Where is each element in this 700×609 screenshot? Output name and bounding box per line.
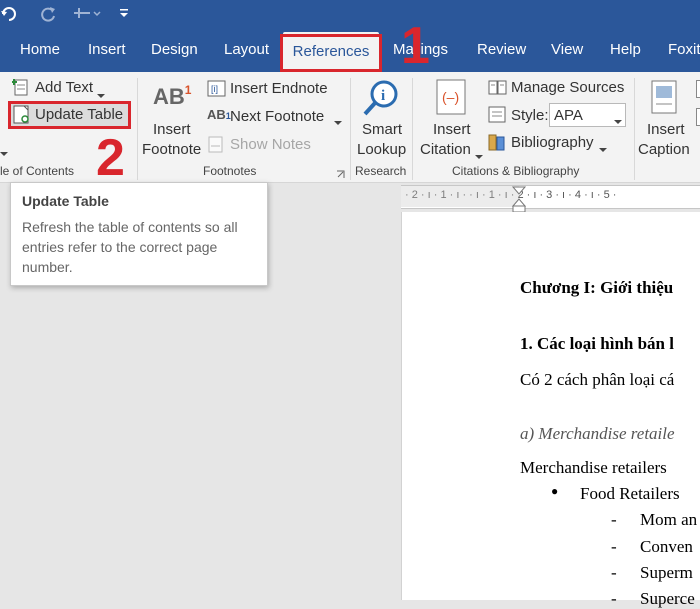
references-highlight-box — [280, 34, 382, 72]
footnotes-group-label: Footnotes — [203, 164, 257, 178]
ruler-margin-area — [401, 185, 519, 207]
smart-lookup-icon: i — [362, 78, 402, 123]
svg-text:(–): (–) — [442, 89, 459, 105]
subsection-heading: a) Merchandise retaile — [520, 424, 675, 443]
tab-home[interactable]: Home — [20, 41, 60, 58]
smart-lookup-label-1[interactable]: Smart — [362, 121, 402, 138]
chapter-heading: Chương I: Giới thiệu — [520, 278, 674, 297]
tab-insert[interactable]: Insert — [88, 41, 126, 58]
dash-symbol: - — [611, 589, 617, 608]
tab-layout[interactable]: Layout — [224, 41, 269, 58]
redo-icon[interactable] — [38, 4, 58, 28]
step-number-1: 1 — [401, 17, 430, 75]
tooltip-line-3: number. — [22, 259, 73, 275]
tooltip-line-1: Refresh the table of contents so all — [22, 219, 238, 235]
tab-design[interactable]: Design — [151, 41, 198, 58]
next-footnote-dropdown-icon[interactable] — [334, 114, 342, 132]
insert-table-of-figures-icon[interactable] — [696, 108, 700, 126]
section-heading: 1. Các loại hình bán l — [520, 334, 674, 353]
group-separator — [634, 78, 635, 180]
tab-help[interactable]: Help — [610, 41, 641, 58]
style-select[interactable]: APA — [549, 103, 626, 127]
svg-text:i: i — [381, 88, 385, 104]
show-notes-button: Show Notes — [230, 136, 311, 153]
footnote-ab-glyph: AB — [153, 84, 185, 109]
tooltip-title: Update Table — [22, 193, 109, 209]
footnotes-dialog-launcher-icon[interactable] — [336, 166, 345, 184]
next-footnote-icon: AB1 — [207, 107, 231, 122]
toc-group-label: le of Contents — [0, 164, 75, 178]
insert-footnote-label-1[interactable]: Insert — [153, 121, 191, 138]
show-notes-icon — [208, 136, 224, 159]
bibliography-icon — [488, 134, 508, 157]
tab-view[interactable]: View — [551, 41, 583, 58]
add-text-icon — [11, 78, 30, 101]
group-separator — [412, 78, 413, 180]
group-separator — [137, 78, 138, 180]
style-label: Style: — [511, 107, 549, 124]
bibliography-dropdown-icon[interactable] — [599, 141, 607, 159]
next-footnote-button[interactable]: Next Footnote — [230, 108, 324, 125]
next-footnote-ab-glyph: AB — [207, 107, 226, 122]
undo-icon[interactable] — [0, 4, 16, 28]
tab-review[interactable]: Review — [477, 41, 526, 58]
insert-citation-label-1[interactable]: Insert — [433, 121, 471, 138]
insert-citation-icon: (–) — [433, 78, 469, 123]
dash-symbol: - — [611, 510, 617, 529]
toc-dropdown-icon[interactable] — [0, 145, 8, 163]
update-table-tooltip: Update Table Refresh the table of conten… — [10, 182, 268, 286]
add-text-button[interactable]: Add Text — [35, 79, 93, 96]
sub-list-item: Superce — [640, 589, 695, 608]
body-paragraph: Có 2 cách phân loại cá — [520, 370, 675, 389]
insert-footnote-label-2[interactable]: Footnote — [142, 141, 201, 158]
insert-caption-label-2[interactable]: Caption — [638, 141, 690, 158]
tab-foxit[interactable]: Foxit — [668, 41, 700, 58]
svg-text:[i]: [i] — [211, 84, 218, 94]
manage-sources-button[interactable]: Manage Sources — [511, 79, 624, 96]
sub-list-item: Superm — [640, 563, 693, 582]
sub-list-item: Mom an — [640, 510, 698, 529]
bibliography-button[interactable]: Bibliography — [511, 134, 594, 151]
bullet-symbol: ● — [551, 484, 559, 498]
research-group-label: Research — [355, 164, 407, 178]
insert-endnote-button[interactable]: Insert Endnote — [230, 80, 328, 97]
list-item: Food Retailers — [580, 484, 680, 503]
insert-footnote-icon: AB1 — [153, 83, 192, 110]
update-table-highlight-box — [8, 101, 131, 129]
group-separator — [350, 78, 351, 180]
cross-reference-icon[interactable] — [696, 80, 700, 98]
style-select-chevron-icon — [614, 113, 622, 131]
tooltip-line-2: entries refer to the correct page — [22, 239, 218, 255]
footnote-superscript: 1 — [184, 83, 192, 97]
customize-icon[interactable] — [118, 4, 130, 28]
insert-endnote-icon: [i] — [207, 80, 227, 103]
format-icon[interactable] — [72, 4, 102, 28]
citations-group-label: Citations & Bibliography — [452, 164, 580, 178]
quick-access-toolbar — [0, 0, 700, 32]
manage-sources-icon — [488, 79, 508, 102]
dash-symbol: - — [611, 563, 617, 582]
insert-citation-label-2[interactable]: Citation — [420, 141, 471, 158]
smart-lookup-label-2[interactable]: Lookup — [357, 141, 406, 158]
style-select-value: APA — [554, 107, 583, 124]
body-paragraph: Merchandise retailers — [520, 458, 667, 477]
step-number-2: 2 — [96, 129, 125, 187]
insert-caption-icon — [651, 80, 679, 121]
dash-symbol: - — [611, 537, 617, 556]
style-icon — [488, 106, 508, 129]
insert-caption-label-1[interactable]: Insert — [647, 121, 685, 138]
sub-list-item: Conven — [640, 537, 693, 556]
